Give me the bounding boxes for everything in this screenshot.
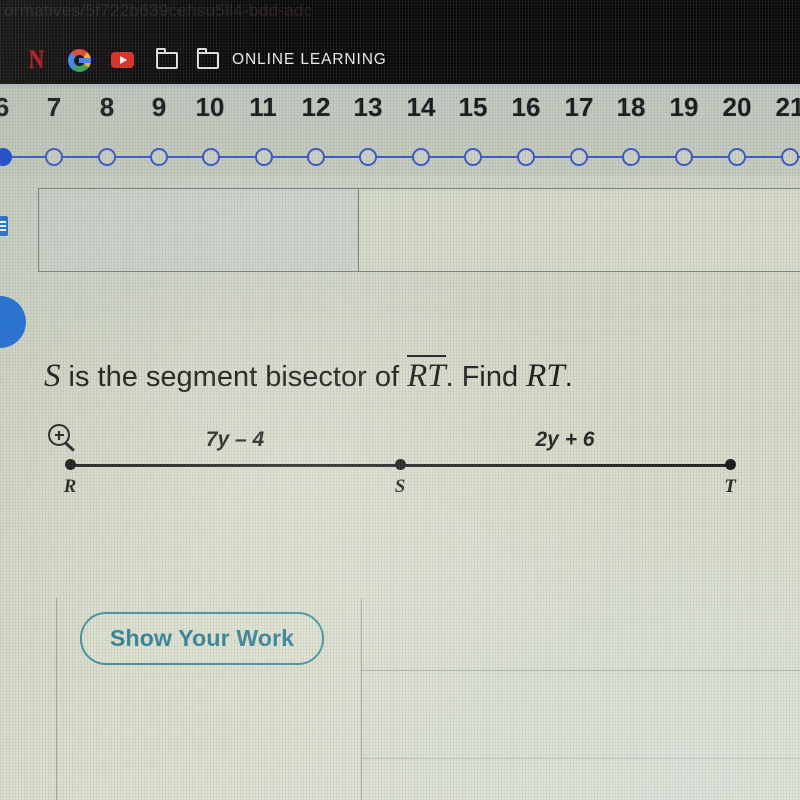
nav-dot-8[interactable] bbox=[98, 148, 116, 166]
nav-dot-9[interactable] bbox=[150, 148, 168, 166]
nav-number-7[interactable]: 7 bbox=[33, 92, 75, 123]
nav-dot-17[interactable] bbox=[570, 148, 588, 166]
folder-icon bbox=[156, 47, 178, 69]
point-t-dot bbox=[725, 459, 736, 470]
netflix-icon: N bbox=[28, 45, 44, 74]
question-var-s: S bbox=[44, 358, 61, 394]
question-badge[interactable] bbox=[0, 296, 26, 348]
expression-st: 2y + 6 bbox=[535, 428, 595, 451]
expression-rs: 7y – 4 bbox=[205, 428, 265, 451]
folder-bookmark-1[interactable] bbox=[146, 43, 188, 77]
point-t-label: T bbox=[724, 476, 736, 497]
nav-dot-20[interactable] bbox=[728, 148, 746, 166]
nav-dot-6[interactable] bbox=[0, 148, 12, 166]
nav-dot-11[interactable] bbox=[255, 148, 273, 166]
browser-chrome: ormatives/5f722b639cehsu5ll4-bdd-adc N O… bbox=[0, 0, 800, 88]
youtube-icon bbox=[110, 52, 134, 68]
nav-dot-10[interactable] bbox=[202, 148, 220, 166]
find-target-rt: RT bbox=[526, 358, 565, 394]
chrome-divider bbox=[0, 84, 800, 88]
question-text-part2: . Find bbox=[445, 361, 527, 393]
nav-number-19[interactable]: 19 bbox=[663, 92, 705, 123]
folder-icon bbox=[197, 47, 219, 69]
nav-dot-7[interactable] bbox=[45, 148, 63, 166]
screen-photo: ormatives/5f722b639cehsu5ll4-bdd-adc N O… bbox=[0, 0, 800, 800]
point-r-dot bbox=[65, 459, 76, 470]
work-divider-left bbox=[56, 598, 57, 800]
question-text-part3: . bbox=[564, 361, 573, 393]
point-s-label: S bbox=[394, 476, 406, 497]
nav-number-21[interactable]: 21 bbox=[769, 92, 800, 123]
magnifier-handle bbox=[64, 441, 75, 452]
online-learning-bookmark-label[interactable]: ONLINE LEARNING bbox=[232, 51, 387, 69]
nav-number-10[interactable]: 10 bbox=[189, 92, 231, 123]
nav-number-13[interactable]: 13 bbox=[347, 92, 389, 123]
nav-dot-13[interactable] bbox=[359, 148, 377, 166]
nav-number-18[interactable]: 18 bbox=[610, 92, 652, 123]
question-nav-strip: 6 7 8 9 10 11 12 13 14 15 16 17 18 19 20… bbox=[0, 88, 800, 176]
show-your-work-button[interactable]: Show Your Work bbox=[80, 612, 325, 665]
nav-number-9[interactable]: 9 bbox=[138, 92, 180, 123]
google-icon bbox=[67, 48, 91, 72]
segment-rt-overbar: RT bbox=[407, 355, 446, 394]
question-text-part1: is the segment bisector of bbox=[60, 361, 408, 393]
nav-number-20[interactable]: 20 bbox=[716, 92, 758, 123]
netflix-bookmark[interactable]: N bbox=[17, 43, 55, 77]
address-bar-text[interactable]: ormatives/5f722b639cehsu5ll4-bdd-adc bbox=[4, 1, 313, 21]
work-divider-horizontal bbox=[361, 670, 800, 671]
nav-number-14[interactable]: 14 bbox=[400, 92, 442, 123]
google-bookmark[interactable] bbox=[59, 43, 99, 77]
segment-diagram: R S T 7y – 4 2y + 6 bbox=[0, 424, 800, 538]
nav-number-15[interactable]: 15 bbox=[452, 92, 494, 123]
work-area: Show Your Work bbox=[56, 598, 800, 800]
nav-number-12[interactable]: 12 bbox=[295, 92, 337, 123]
nav-dot-18[interactable] bbox=[622, 148, 640, 166]
content-panel-right bbox=[358, 188, 800, 272]
nav-dot-14[interactable] bbox=[412, 148, 430, 166]
content-panel-row bbox=[38, 188, 800, 272]
nav-dot-16[interactable] bbox=[517, 148, 535, 166]
nav-number-8[interactable]: 8 bbox=[86, 92, 128, 123]
side-tool-tab[interactable] bbox=[0, 216, 8, 236]
nav-number-16[interactable]: 16 bbox=[505, 92, 547, 123]
nav-dot-12[interactable] bbox=[307, 148, 325, 166]
point-s-dot bbox=[395, 459, 406, 470]
bookmarks-bar: N ONLINE LEARNING bbox=[0, 40, 800, 80]
nav-dot-19[interactable] bbox=[675, 148, 693, 166]
page-content: 6 7 8 9 10 11 12 13 14 15 16 17 18 19 20… bbox=[0, 88, 800, 800]
content-panel-left bbox=[38, 188, 358, 272]
nav-number-17[interactable]: 17 bbox=[558, 92, 600, 123]
youtube-bookmark[interactable] bbox=[102, 43, 142, 77]
nav-dot-15[interactable] bbox=[464, 148, 482, 166]
magnifier-plus-icon[interactable] bbox=[48, 424, 78, 454]
nav-number-6[interactable]: 6 bbox=[0, 92, 23, 123]
nav-number-11[interactable]: 11 bbox=[242, 92, 284, 123]
question-text: S is the segment bisector of RT. Find RT… bbox=[44, 355, 744, 395]
question-nav-numbers: 6 7 8 9 10 11 12 13 14 15 16 17 18 19 20… bbox=[0, 92, 800, 132]
online-learning-bookmark-icon-wrap[interactable] bbox=[190, 43, 226, 77]
work-divider-mid bbox=[361, 598, 362, 800]
point-r-label: R bbox=[63, 476, 77, 497]
work-divider-horizontal-2 bbox=[361, 758, 800, 759]
nav-dot-21[interactable] bbox=[781, 148, 799, 166]
